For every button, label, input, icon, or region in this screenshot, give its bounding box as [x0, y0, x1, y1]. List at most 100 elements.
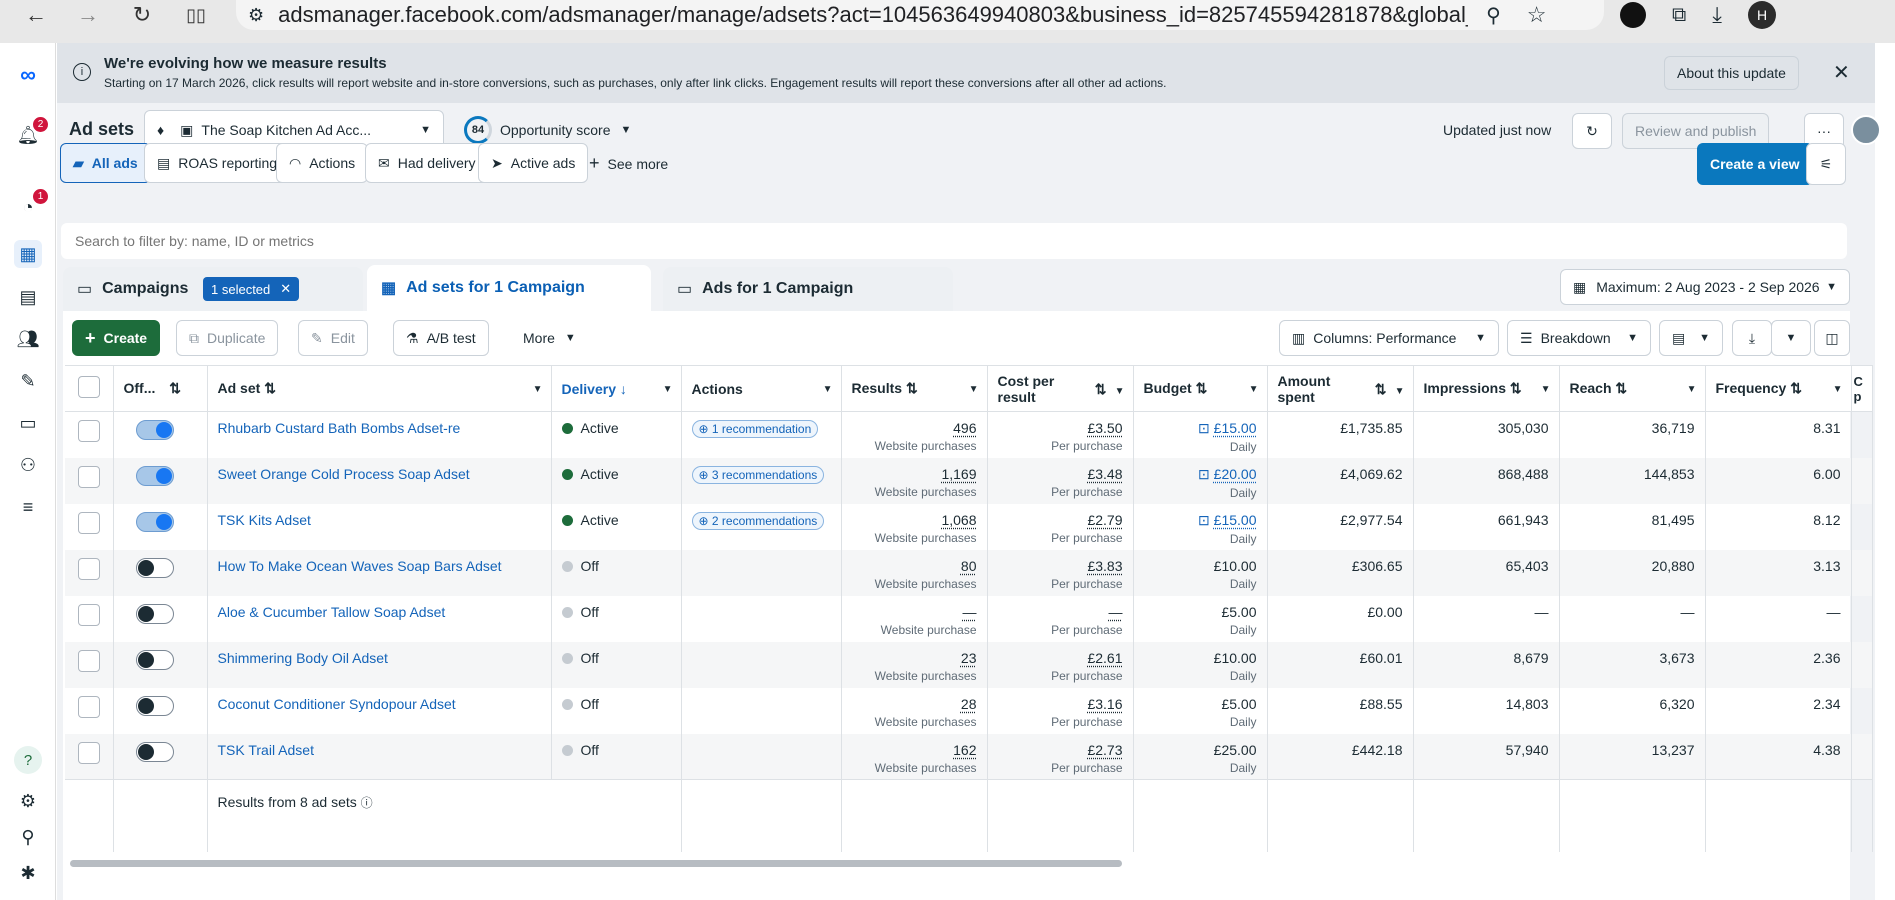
row-select-cell[interactable] — [65, 411, 114, 458]
row-checkbox[interactable] — [77, 557, 100, 580]
col-header-frequency[interactable]: Frequency ⇅ ▼ — [1705, 365, 1852, 412]
recommendation-badge[interactable]: ⊕ 3 recommendations — [691, 465, 825, 484]
budget-edit-icon[interactable]: ⊡ — [1198, 466, 1210, 482]
actions-cell[interactable] — [681, 595, 842, 642]
adset-name-link[interactable]: Aloe & Cucumber Tallow Soap Adset — [218, 604, 446, 620]
results-value[interactable]: 162 — [953, 742, 976, 758]
opportunity-score[interactable]: 84 Opportunity score ▼ — [464, 116, 631, 144]
reports-dropdown-button[interactable]: ▤ ▼ — [1659, 320, 1723, 356]
table-row[interactable]: How To Make Ocean Waves Soap Bars Adset O… — [65, 549, 1873, 596]
alerts-icon[interactable]: ◔ 1 — [14, 189, 48, 221]
budget-value[interactable]: £20.00 — [1214, 466, 1257, 482]
forward-icon[interactable]: → — [68, 0, 108, 30]
recommendation-badge[interactable]: ⊕ 2 recommendations — [691, 511, 825, 530]
clear-selection-icon[interactable]: ✕ — [280, 281, 291, 297]
cost-per-result-cell[interactable]: £3.50 Per purchase — [987, 411, 1134, 458]
back-icon[interactable]: ← — [16, 0, 56, 30]
view-tab-roas[interactable]: ▤ ROAS reporting — [144, 143, 291, 183]
budget-cell[interactable]: £5.00 Daily — [1133, 687, 1268, 734]
adset-name-cell[interactable]: TSK Trail Adset — [207, 733, 552, 780]
row-checkbox[interactable] — [77, 741, 100, 764]
results-cell[interactable]: — Website purchase — [841, 595, 988, 642]
col-header-clipped[interactable]: C p — [1851, 365, 1873, 412]
adset-name-cell[interactable]: TSK Kits Adset — [207, 503, 552, 550]
meta-logo-icon[interactable]: ∞ — [14, 61, 42, 89]
row-toggle-cell[interactable] — [113, 411, 208, 458]
results-cell[interactable]: 23 Website purchases — [841, 641, 988, 688]
tab-campaigns[interactable]: ▭ Campaigns 1 selected ✕ — [63, 267, 363, 311]
sort-icon[interactable]: ⇅ — [1510, 380, 1522, 396]
row-toggle-cell[interactable] — [113, 733, 208, 780]
cost-per-result-value[interactable]: £2.61 — [1087, 650, 1122, 666]
row-toggle-cell[interactable] — [113, 641, 208, 688]
col-header-actions[interactable]: Actions ▼ — [681, 365, 842, 412]
col-header-budget[interactable]: Budget ⇅ ▼ — [1133, 365, 1268, 412]
select-all-checkbox[interactable] — [77, 376, 100, 398]
row-checkbox[interactable] — [77, 511, 100, 534]
actions-cell[interactable]: ⊕ 2 recommendations — [681, 503, 842, 550]
view-tab-had-delivery[interactable]: ✉ Had delivery — [365, 143, 489, 183]
sort-icon[interactable]: ⇅ — [1095, 381, 1107, 397]
row-toggle-cell[interactable] — [113, 503, 208, 550]
adset-on-off-toggle[interactable] — [135, 420, 174, 440]
profile-avatar[interactable]: H — [1748, 1, 1777, 29]
search-icon[interactable]: ⚲ — [14, 823, 42, 851]
chevron-down-icon[interactable]: ▼ — [1541, 384, 1551, 395]
budget-cell[interactable]: £5.00 Daily — [1133, 595, 1268, 642]
cost-per-result-cell[interactable]: £3.48 Per purchase — [987, 457, 1134, 504]
user-avatar[interactable] — [1851, 115, 1881, 145]
actions-cell[interactable] — [681, 733, 842, 780]
sort-icon[interactable]: ⇅ — [906, 380, 918, 396]
results-cell[interactable]: 80 Website purchases — [841, 549, 988, 596]
extensions-puzzle-icon[interactable]: ⧉ — [1672, 4, 1686, 27]
cost-per-result-cell[interactable]: £2.73 Per purchase — [987, 733, 1134, 780]
reports-icon[interactable]: ▤ — [14, 283, 42, 311]
adset-name-cell[interactable]: How To Make Ocean Waves Soap Bars Adset — [207, 549, 552, 596]
results-value[interactable]: 1,169 — [941, 466, 976, 482]
chevron-down-icon[interactable]: ▼ — [969, 384, 979, 395]
adset-on-off-toggle[interactable] — [135, 557, 174, 578]
budget-cell[interactable]: ⊡ £15.00 Daily — [1133, 503, 1268, 550]
horizontal-scrollbar[interactable] — [70, 860, 1122, 867]
tab-ads[interactable]: ▭ Ads for 1 Campaign — [663, 267, 953, 311]
row-toggle-cell[interactable] — [113, 549, 208, 596]
row-checkbox[interactable] — [77, 603, 100, 626]
budget-cell[interactable]: £25.00 Daily — [1133, 733, 1268, 780]
adset-on-off-toggle[interactable] — [135, 465, 174, 486]
results-value[interactable]: 23 — [961, 650, 977, 666]
about-update-button[interactable]: About this update — [1664, 56, 1799, 90]
reading-mode-icon[interactable]: ▯▯ — [176, 0, 216, 30]
adset-name-link[interactable]: Rhubarb Custard Bath Bombs Adset-re — [218, 420, 461, 436]
cost-per-result-value[interactable]: £3.83 — [1087, 558, 1122, 574]
actions-cell[interactable] — [681, 549, 842, 596]
sort-icon[interactable]: ⇅ — [1790, 380, 1802, 396]
create-view-button[interactable]: Create a view — [1697, 143, 1813, 185]
tab-adsets[interactable]: ▦ Ad sets for 1 Campaign — [367, 265, 651, 311]
bookmark-star-icon[interactable]: ☆ — [1527, 2, 1547, 28]
adset-name-cell[interactable]: Coconut Conditioner Syndopour Adset — [207, 687, 552, 734]
search-input[interactable] — [75, 233, 1775, 249]
date-range-picker[interactable]: ▦ Maximum: 2 Aug 2023 - 2 Sep 2026 ▼ — [1560, 269, 1850, 305]
cost-per-result-value[interactable]: £2.73 — [1087, 742, 1122, 758]
cost-per-result-cell[interactable]: £3.16 Per purchase — [987, 687, 1134, 734]
table-row[interactable]: Rhubarb Custard Bath Bombs Adset-re Activ… — [65, 411, 1873, 458]
sort-icon[interactable]: ⇅ — [264, 380, 276, 396]
actions-cell[interactable]: ⊕ 1 recommendation — [681, 411, 842, 458]
info-icon[interactable]: ⓘ — [361, 796, 373, 810]
col-header-impressions[interactable]: Impressions ⇅ ▼ — [1413, 365, 1560, 412]
adset-name-cell[interactable]: Aloe & Cucumber Tallow Soap Adset — [207, 595, 552, 642]
close-banner-icon[interactable]: ✕ — [1833, 60, 1850, 85]
row-select-cell[interactable] — [65, 595, 114, 642]
site-info-icon[interactable]: ⚙ — [248, 5, 264, 26]
col-header-results[interactable]: Results ⇅ ▼ — [841, 365, 988, 412]
cost-per-result-cell[interactable]: £2.79 Per purchase — [987, 503, 1134, 550]
row-select-cell[interactable] — [65, 549, 114, 596]
budget-value[interactable]: £15.00 — [1214, 512, 1257, 528]
notifications-icon[interactable]: 🔔︎ 2 — [14, 117, 48, 149]
chevron-down-icon[interactable]: ▼ — [1115, 384, 1125, 400]
view-tab-actions[interactable]: ◠ Actions — [276, 143, 369, 183]
results-value[interactable]: 496 — [953, 420, 976, 436]
ab-test-button[interactable]: ⚗ A/B test — [393, 320, 489, 356]
budget-cell[interactable]: £10.00 Daily — [1133, 549, 1268, 596]
col-header-delivery[interactable]: Delivery ↓ ▼ — [551, 365, 682, 412]
